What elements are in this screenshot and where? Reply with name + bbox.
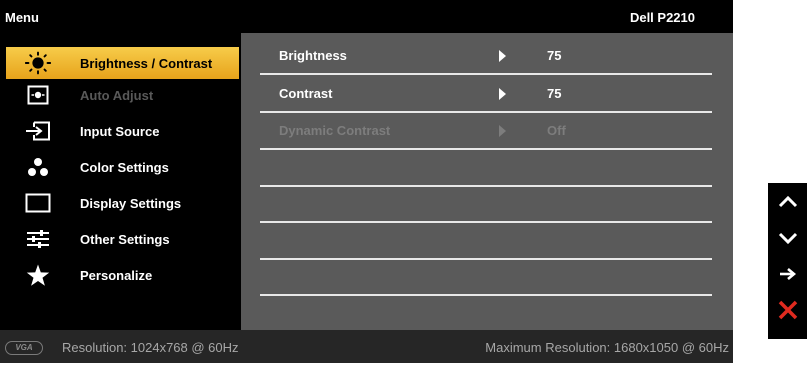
sidebar: Brightness / Contrast Auto Adjust Input … bbox=[0, 33, 241, 330]
exit-button[interactable] bbox=[768, 292, 807, 328]
sidebar-item-label: Display Settings bbox=[80, 196, 182, 211]
arrow-right-icon bbox=[779, 268, 796, 280]
sidebar-item-label: Color Settings bbox=[80, 160, 169, 175]
sidebar-item-input-source[interactable]: Input Source bbox=[6, 115, 239, 147]
sidebar-item-display-settings[interactable]: Display Settings bbox=[6, 187, 239, 219]
sidebar-item-brightness-contrast[interactable]: Brightness / Contrast bbox=[6, 47, 239, 79]
maximum-resolution: Maximum Resolution: 1680x1050 @ 60Hz bbox=[485, 340, 729, 355]
row-value: 75 bbox=[547, 86, 562, 101]
color-settings-icon bbox=[25, 155, 51, 179]
empty-row bbox=[260, 222, 712, 260]
sidebar-item-auto-adjust[interactable]: Auto Adjust bbox=[6, 79, 239, 111]
display-settings-icon bbox=[25, 191, 51, 215]
brightness-row[interactable]: Brightness 75 bbox=[260, 37, 712, 75]
status-bar: VGA Resolution: 1024x768 @ 60Hz Maximum … bbox=[0, 330, 733, 363]
sidebar-item-other-settings[interactable]: Other Settings bbox=[6, 223, 239, 255]
empty-row bbox=[260, 258, 712, 296]
sidebar-item-color-settings[interactable]: Color Settings bbox=[6, 151, 239, 183]
sidebar-item-label: Personalize bbox=[80, 268, 153, 283]
row-value: 75 bbox=[547, 48, 562, 63]
enter-button[interactable] bbox=[768, 256, 807, 292]
star-icon bbox=[25, 263, 51, 287]
arrow-up-icon bbox=[778, 195, 797, 208]
row-label: Dynamic Contrast bbox=[279, 123, 391, 138]
empty-row bbox=[260, 149, 712, 187]
monitor-osd: Menu Dell P2210 Brightness / Contrast Au… bbox=[0, 0, 733, 363]
dynamic-contrast-row[interactable]: Dynamic Contrast Off bbox=[260, 112, 712, 150]
menu-title: Menu bbox=[5, 10, 39, 25]
arrow-down-icon bbox=[778, 232, 797, 245]
auto-adjust-icon bbox=[25, 83, 51, 107]
other-settings-icon bbox=[25, 227, 51, 251]
play-arrow-icon bbox=[499, 50, 506, 62]
settings-panel: Brightness 75 Contrast 75 Dynamic Contra… bbox=[241, 33, 733, 330]
input-source-icon bbox=[25, 119, 51, 143]
sidebar-item-label: Auto Adjust bbox=[80, 88, 154, 103]
sidebar-item-label: Brightness / Contrast bbox=[80, 56, 213, 71]
monitor-model: Dell P2210 bbox=[629, 10, 695, 25]
title-bar: Menu Dell P2210 bbox=[0, 0, 733, 33]
down-button[interactable] bbox=[768, 220, 807, 256]
up-button[interactable] bbox=[768, 184, 807, 220]
vga-connector-icon: VGA bbox=[5, 341, 43, 355]
empty-row bbox=[260, 185, 712, 223]
sidebar-item-personalize[interactable]: Personalize bbox=[6, 259, 239, 291]
row-label: Contrast bbox=[279, 86, 333, 101]
brightness-icon bbox=[25, 51, 51, 75]
play-arrow-icon bbox=[499, 125, 506, 137]
contrast-row[interactable]: Contrast 75 bbox=[260, 75, 712, 113]
close-x-icon bbox=[778, 300, 797, 320]
sidebar-item-label: Input Source bbox=[80, 124, 160, 139]
sidebar-item-label: Other Settings bbox=[80, 232, 170, 247]
row-label: Brightness bbox=[279, 48, 347, 63]
play-arrow-icon bbox=[499, 88, 506, 100]
row-value: Off bbox=[547, 123, 566, 138]
osd-button-panel bbox=[768, 183, 807, 339]
current-resolution: Resolution: 1024x768 @ 60Hz bbox=[62, 340, 239, 355]
